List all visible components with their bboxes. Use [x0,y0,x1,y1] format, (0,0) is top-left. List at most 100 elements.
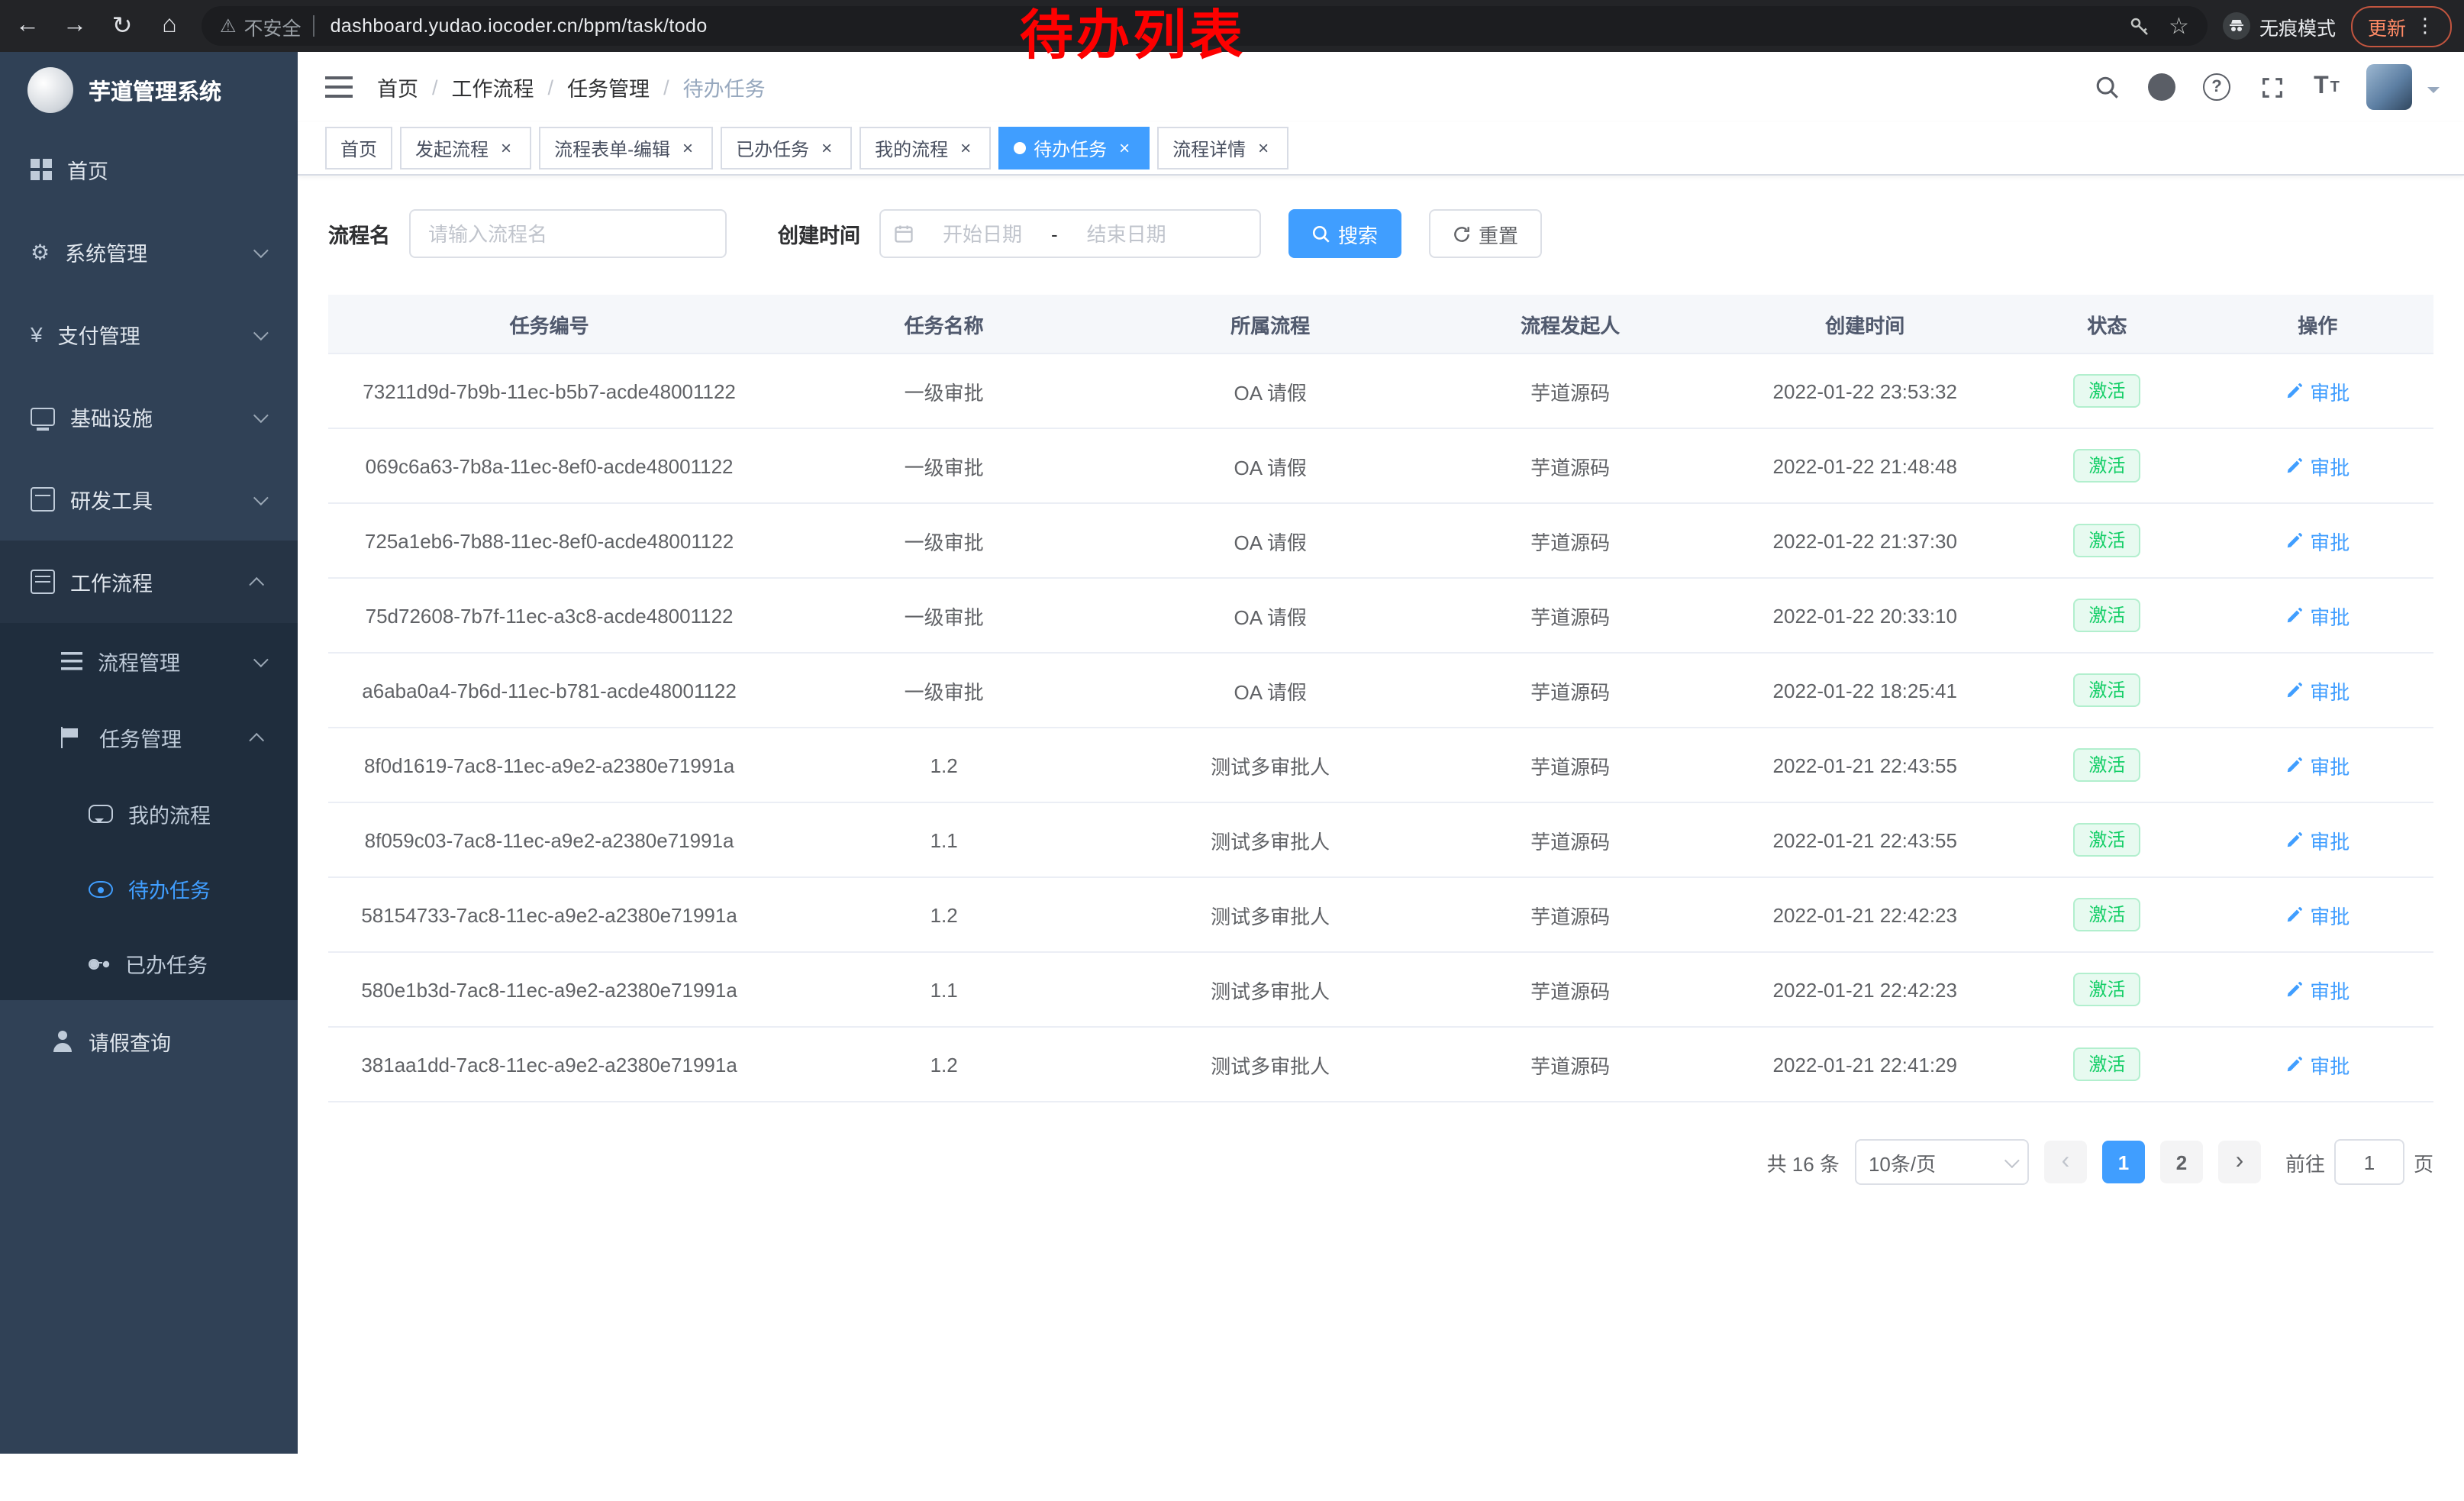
sidebar-item-infrastructure[interactable]: 基础设施 [0,376,298,458]
approve-button[interactable]: 审批 [2285,825,2350,854]
status-badge: 激活 [2073,599,2140,632]
breadcrumb-item[interactable]: 任务管理 [567,72,650,102]
tab-start-process[interactable]: 发起流程 × [400,127,531,169]
sidebar-item-devtools[interactable]: 研发工具 [0,458,298,541]
chevron-up-icon [249,576,264,592]
start-date-input[interactable] [920,221,1045,247]
password-key-icon[interactable] [2127,15,2150,37]
browser-toolbar: ← → ↻ ⌂ ⚠ 不安全 dashboard.yudao.iocoder.cn… [0,0,2464,52]
cell-task-name: 1.1 [770,952,1118,1027]
date-range-separator: - [1051,222,1058,245]
sidebar-item-task-manage[interactable]: 任务管理 [0,699,298,776]
end-date-input[interactable] [1064,221,1189,247]
cell-task-name: 一级审批 [770,503,1118,578]
cell-process: 测试多审批人 [1118,1027,1423,1102]
sidebar-item-done-task[interactable]: 已办任务 [0,925,298,1000]
goto-label: 前往 [2285,1148,2325,1177]
close-icon[interactable]: × [1253,138,1273,158]
github-icon[interactable] [2146,72,2177,102]
cell-create-time: 2022-01-21 22:42:23 [1717,877,2012,952]
sidebar-toggle-icon[interactable] [325,76,353,98]
cell-create-time: 2022-01-21 22:43:55 [1717,728,2012,802]
sidebar-item-leave-query[interactable]: 请假查询 [0,1000,298,1083]
font-size-icon[interactable]: TT [2311,72,2342,102]
approve-button[interactable]: 审批 [2285,451,2350,480]
cell-task-name: 1.2 [770,1027,1118,1102]
sidebar-item-workflow[interactable]: 工作流程 [0,541,298,623]
sidebar-item-my-process[interactable]: 我的流程 [0,776,298,851]
reset-button[interactable]: 重置 [1428,209,1541,258]
sidebar-item-home[interactable]: 首页 [0,128,298,211]
tab-done-task[interactable]: 已办任务 × [721,127,852,169]
approve-button[interactable]: 审批 [2285,900,2350,929]
active-dot-icon [1014,142,1026,154]
refresh-icon[interactable]: ↻ [102,11,142,41]
process-name-input[interactable] [408,209,726,258]
help-icon[interactable]: ? [2201,72,2232,102]
home-icon[interactable]: ⌂ [150,12,189,40]
table-row: 725a1eb6-7b88-11ec-8ef0-acde48001122 一级审… [328,503,2433,578]
search-button[interactable]: 搜索 [1288,209,1401,258]
approve-button[interactable]: 审批 [2285,750,2350,780]
page-button-2[interactable]: 2 [2160,1141,2203,1183]
forward-icon[interactable]: → [55,12,95,40]
sidebar-item-label: 首页 [67,154,108,185]
breadcrumb-item[interactable]: 工作流程 [452,72,534,102]
user-avatar[interactable] [2366,64,2412,110]
sidebar-item-label: 已办任务 [125,947,208,978]
approve-button[interactable]: 审批 [2285,376,2350,405]
breadcrumb-separator: / [548,76,554,98]
close-icon[interactable]: × [678,138,698,158]
back-icon[interactable]: ← [8,12,47,40]
close-icon[interactable]: × [1114,138,1134,158]
breadcrumb-item[interactable]: 首页 [377,72,418,102]
page-button-1[interactable]: 1 [2102,1141,2145,1183]
cell-task-id: 725a1eb6-7b88-11ec-8ef0-acde48001122 [328,503,770,578]
col-create-time: 创建时间 [1717,295,2012,353]
tab-todo-task[interactable]: 待办任务 × [998,127,1150,169]
update-label: 更新 [2368,11,2406,40]
close-icon[interactable]: × [817,138,837,158]
status-badge: 激活 [2073,449,2140,483]
browser-menu-icon[interactable]: ⋮ [2415,14,2435,38]
close-icon[interactable]: × [956,138,976,158]
col-status: 状态 [2012,295,2201,353]
approve-button[interactable]: 审批 [2285,601,2350,630]
tab-process-detail[interactable]: 流程详情 × [1157,127,1288,169]
cell-task-id: 73211d9d-7b9b-11ec-b5b7-acde48001122 [328,353,770,428]
tab-home[interactable]: 首页 [325,127,392,169]
cell-process: OA 请假 [1118,428,1423,503]
page-size-select[interactable]: 10条/页 [1855,1139,2029,1185]
date-range-picker[interactable]: - [879,209,1260,258]
approve-button[interactable]: 审批 [2285,1050,2350,1079]
prev-page-button[interactable]: ‹ [2044,1141,2087,1183]
security-label: 不安全 [244,11,302,40]
search-icon[interactable] [2091,72,2122,102]
close-icon[interactable]: × [496,138,516,158]
tab-process-form-edit[interactable]: 流程表单-编辑 × [539,127,713,169]
app-window: 芋道管理系统 首页 ⚙ 系统管理 ¥ 支付管理 [0,52,2464,1501]
sidebar-item-label: 基础设施 [70,402,153,432]
fullscreen-icon[interactable] [2256,72,2287,102]
incognito-label: 无痕模式 [2259,11,2336,40]
approve-button[interactable]: 审批 [2285,676,2350,705]
tab-my-process[interactable]: 我的流程 × [859,127,991,169]
approve-button[interactable]: 审批 [2285,526,2350,555]
bookmark-star-icon[interactable]: ☆ [2169,12,2189,40]
update-button[interactable]: 更新 ⋮ [2351,5,2452,47]
sidebar-item-system[interactable]: ⚙ 系统管理 [0,211,298,293]
tab-label: 我的流程 [875,135,948,161]
sidebar-item-payment[interactable]: ¥ 支付管理 [0,293,298,376]
page-content: 流程名 创建时间 - 搜索 [298,176,2464,1231]
sidebar-item-process-manage[interactable]: 流程管理 [0,623,298,699]
approve-button[interactable]: 审批 [2285,975,2350,1004]
cell-initiator: 芋道源码 [1423,802,1717,877]
sidebar-item-todo-task[interactable]: 待办任务 [0,851,298,925]
cell-create-time: 2022-01-21 22:41:29 [1717,1027,2012,1102]
cell-task-id: a6aba0a4-7b6d-11ec-b781-acde48001122 [328,653,770,728]
next-page-button[interactable]: › [2218,1141,2261,1183]
address-bar[interactable]: ⚠ 不安全 dashboard.yudao.iocoder.cn/bpm/tas… [202,6,2208,46]
screen: ← → ↻ ⌂ ⚠ 不安全 dashboard.yudao.iocoder.cn… [0,0,2464,1501]
goto-page-input[interactable] [2334,1139,2404,1185]
cell-task-id: 381aa1dd-7ac8-11ec-a9e2-a2380e71991a [328,1027,770,1102]
